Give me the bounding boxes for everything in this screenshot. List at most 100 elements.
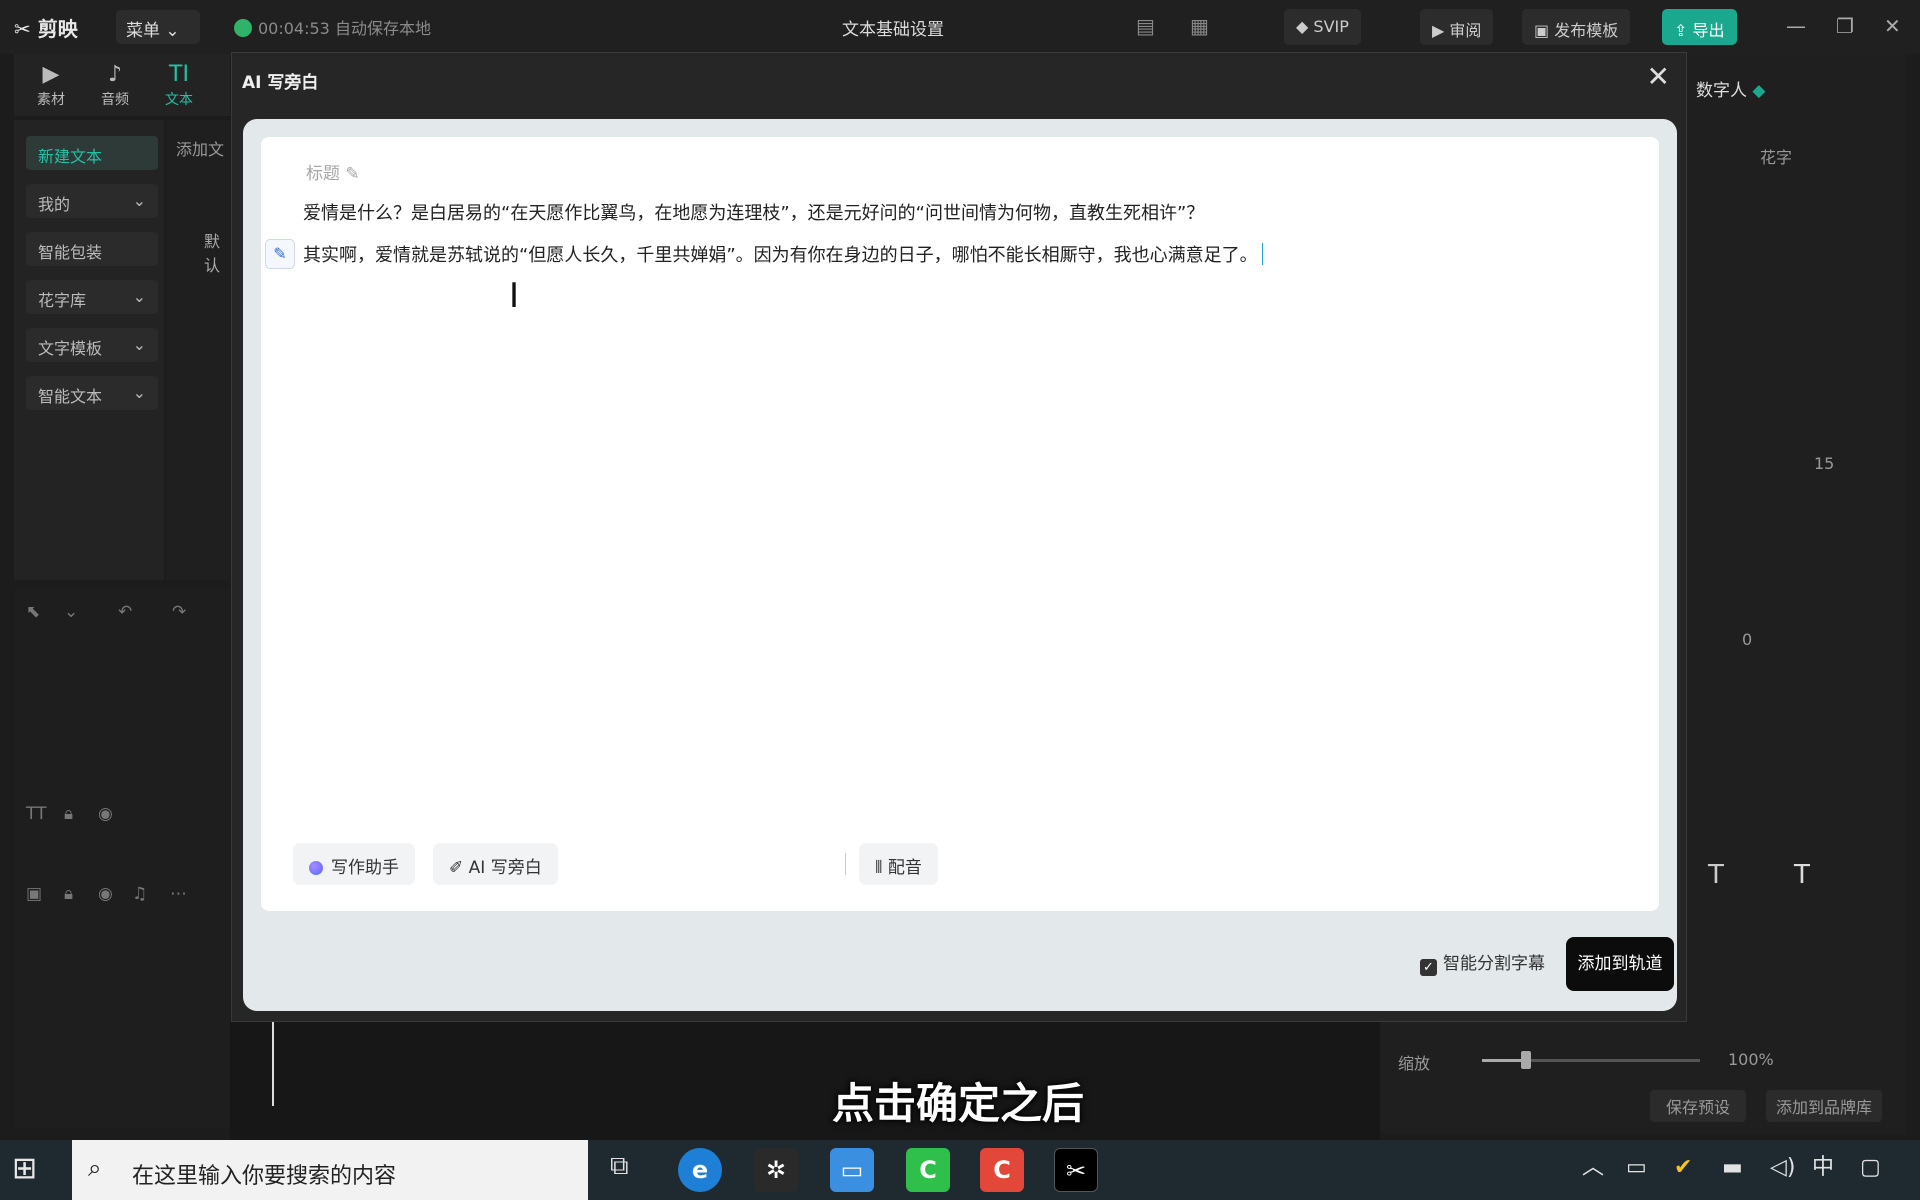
layout-icon[interactable]: ▤	[1136, 14, 1155, 38]
notification-icon[interactable]: ▢	[1860, 1156, 1881, 1180]
close-icon[interactable]: ✕	[1647, 63, 1670, 91]
tool-text[interactable]: TI 文本	[154, 62, 204, 109]
text-style-icon[interactable]: T	[1708, 860, 1724, 890]
play-icon: ▶	[1432, 21, 1445, 40]
upload-icon: ⇪	[1674, 21, 1688, 40]
taskbar-search[interactable]: ⌕ 在这里输入你要搜索的内容	[72, 1140, 588, 1200]
default-text-item[interactable]: 默认	[204, 228, 230, 276]
diamond-icon: ◆	[1296, 17, 1309, 36]
task-view-icon[interactable]: ⧉	[610, 1153, 629, 1179]
more-icon[interactable]: ⋯	[170, 884, 187, 904]
eye-icon[interactable]: ◉	[98, 884, 113, 904]
autosave-text: 自动保存本地	[334, 19, 431, 38]
text-icon: TI	[169, 62, 189, 87]
ai-narration-dialog: AI 写旁白 ✕ 标题 ✎ 爱情是什么？是白居易的“在天愿作比翼鸟，在地愿为连理…	[231, 52, 1687, 1022]
export-button[interactable]: ⇪ 导出	[1662, 9, 1737, 45]
windows-start-icon[interactable]: ⊞	[12, 1154, 37, 1184]
toolbar-divider	[845, 853, 846, 875]
value-input-0[interactable]: 0	[1742, 630, 1752, 649]
add-to-track-button[interactable]: 添加到轨道	[1566, 937, 1674, 991]
pencil-icon: ✎	[345, 164, 360, 184]
volume-icon[interactable]: ◁)	[1770, 1156, 1796, 1180]
search-input[interactable]: 在这里输入你要搜索的内容	[132, 1158, 396, 1190]
undo-icon[interactable]: ↶	[118, 602, 132, 622]
media-icon: ▶	[42, 62, 60, 87]
publish-template-button[interactable]: ▣ 发布模板	[1522, 9, 1631, 45]
volume-icon[interactable]: ♫	[132, 884, 147, 904]
restore-icon[interactable]: ❐	[1836, 14, 1854, 38]
playhead[interactable]	[272, 1016, 274, 1106]
diamond-icon: ◆	[1752, 81, 1766, 101]
flower-text-tab[interactable]: 花字	[1760, 144, 1792, 168]
battery-icon[interactable]: ▬	[1722, 1156, 1743, 1180]
ime-indicator[interactable]: 中	[1812, 1156, 1834, 1180]
tool-audio[interactable]: ♪ 音频	[90, 62, 140, 109]
monitor-icon[interactable]: ▭	[1626, 1156, 1647, 1180]
add-text-header: 添加文	[176, 140, 225, 159]
lock-icon[interactable]: 🔒︎	[64, 884, 73, 904]
magic-wand-icon[interactable]: ✎	[265, 239, 295, 269]
pointer-icon[interactable]: ⬉	[26, 602, 40, 622]
windows-taskbar: ⊞ ⌕ 在这里输入你要搜索的内容 ⧉ e ✲ ▭ C C ✂ ︿ ▭ ✔ ▬ ◁…	[0, 1140, 1920, 1200]
chevron-up-icon[interactable]: ︿	[1582, 1156, 1604, 1180]
editor-line-2[interactable]: 其实啊，爱情就是苏轼说的“但愿人长久，千里共婵娟”。因为有你在身边的日子，哪怕不…	[303, 241, 1263, 267]
davinci-icon[interactable]: ✲	[754, 1148, 798, 1192]
scale-slider[interactable]	[1482, 1051, 1700, 1069]
magic-wand-icon: ✐	[449, 858, 464, 878]
add-to-brand-button[interactable]: 添加到品牌库	[1766, 1090, 1883, 1122]
menu-button[interactable]: 菜单 ⌄	[116, 10, 200, 44]
redo-icon[interactable]: ↷	[172, 602, 186, 622]
save-preset-button[interactable]: 保存预设	[1650, 1090, 1747, 1122]
sidebar-item-smart-package[interactable]: 智能包装	[26, 232, 158, 266]
document-title: 文本基础设置	[842, 20, 944, 40]
chevron-down-icon[interactable]: ⌄	[64, 602, 78, 622]
panel-layout-icon[interactable]: ▦	[1190, 14, 1209, 38]
review-button[interactable]: ▶ 审阅	[1420, 9, 1494, 45]
ai-narration-button[interactable]: ✐ AI 写旁白	[433, 843, 558, 885]
sidebar-item-smart-text[interactable]: 智能文本 ⌄	[26, 376, 158, 410]
edge-browser-icon[interactable]: e	[678, 1148, 722, 1192]
dubbing-button[interactable]: ⦀ 配音	[859, 843, 938, 885]
editor-line-1[interactable]: 爱情是什么？是白居易的“在天愿作比翼鸟，在地愿为连理枝”，还是元好问的“问世间情…	[303, 199, 1204, 225]
writing-assistant-button[interactable]: 写作助手	[293, 843, 415, 885]
check-circle-icon	[234, 19, 252, 37]
dialog-body: 标题 ✎ 爱情是什么？是白居易的“在天愿作比翼鸟，在地愿为连理枝”，还是元好问的…	[243, 119, 1677, 1011]
editor-title[interactable]: 标题 ✎	[306, 159, 360, 184]
audio-icon: ♪	[107, 62, 123, 87]
eye-icon[interactable]: ◉	[98, 804, 113, 824]
camtasia-red-icon[interactable]: C	[980, 1148, 1024, 1192]
smart-split-checkbox[interactable]: ✓ 智能分割字幕	[1420, 949, 1545, 976]
title-bar: ✂ 剪映 菜单 ⌄ 00:04:53 自动保存本地 文本基础设置 ▤ ▦ ◆ S…	[0, 0, 1920, 54]
video-caption: 点击确定之后	[832, 1079, 1085, 1128]
app-window: ✂ 剪映 菜单 ⌄ 00:04:53 自动保存本地 文本基础设置 ▤ ▦ ◆ S…	[0, 0, 1920, 1140]
sidebar-item-text-template[interactable]: 文字模板 ⌄	[26, 328, 158, 362]
camtasia-green-icon[interactable]: C	[906, 1148, 950, 1192]
scale-slider-thumb[interactable]	[1520, 1051, 1531, 1069]
text-category-sidebar: 新建文本 我的 ⌄ 智能包装 花字库 ⌄ 文字模板 ⌄ 智能文本 ⌄	[14, 120, 164, 580]
sidebar-item-new-text[interactable]: 新建文本	[26, 136, 158, 170]
sidebar-item-mine[interactable]: 我的 ⌄	[26, 184, 158, 218]
file-explorer-icon[interactable]: ▭	[830, 1148, 874, 1192]
svip-button[interactable]: ◆ SVIP	[1284, 9, 1361, 45]
narration-editor[interactable]: 标题 ✎ 爱情是什么？是白居易的“在天愿作比翼鸟，在地愿为连理枝”，还是元好问的…	[261, 137, 1659, 911]
scale-value[interactable]: 100%	[1728, 1050, 1774, 1069]
lock-icon[interactable]: 🔒︎	[64, 804, 73, 824]
waveform-icon: ⦀	[875, 858, 883, 878]
timeline-panel: ⬉ ⌄ ↶ ↷ TT 🔒︎ ◉ ▣ 🔒︎ ◉ ♫ ⋯	[14, 588, 230, 1128]
checkbox-checked-icon: ✓	[1420, 959, 1437, 976]
text-style-icon[interactable]: T	[1794, 860, 1810, 890]
left-toolbar: ▶ 素材 ♪ 音频 TI 文本	[14, 54, 230, 116]
autosave-time: 00:04:53	[258, 19, 330, 38]
sidebar-item-flower-text[interactable]: 花字库 ⌄	[26, 280, 158, 314]
text-track-icon: TT	[26, 804, 47, 824]
security-icon[interactable]: ✔	[1674, 1156, 1692, 1180]
video-track-icon: ▣	[26, 884, 43, 904]
tool-media[interactable]: ▶ 素材	[26, 62, 76, 109]
capcut-icon[interactable]: ✂	[1054, 1148, 1098, 1192]
minimize-icon[interactable]: —	[1786, 14, 1806, 38]
digital-human-tab[interactable]: 数字人 ◆	[1696, 76, 1765, 101]
dialog-title: AI 写旁白	[242, 73, 319, 93]
value-input-15[interactable]: 15	[1814, 454, 1834, 473]
close-window-icon[interactable]: ✕	[1884, 14, 1901, 38]
scale-label: 缩放	[1398, 1054, 1431, 1073]
